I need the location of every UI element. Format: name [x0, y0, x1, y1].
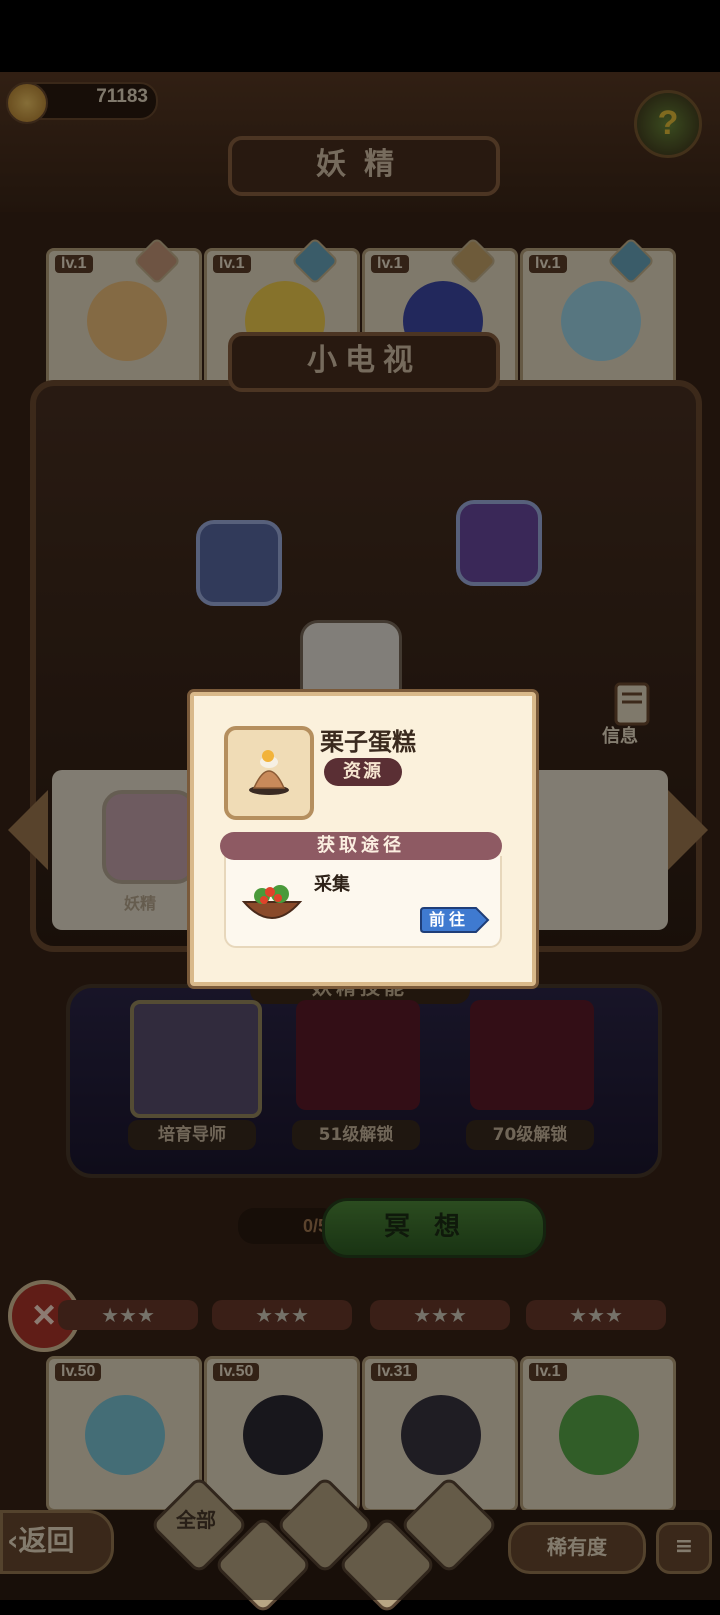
fairy-portrait — [85, 1395, 165, 1475]
card-level: lv.31 — [371, 1363, 418, 1381]
pot-bubble-icon[interactable] — [196, 520, 282, 606]
fairy-info-label: 妖精 — [124, 894, 157, 913]
card-level: lv.1 — [55, 255, 93, 273]
help-button[interactable]: ? — [634, 90, 702, 158]
prev-arrow-icon[interactable] — [8, 790, 48, 870]
sort-icon[interactable]: ≡ — [656, 1522, 712, 1574]
star-rating: ★★★ — [212, 1300, 352, 1330]
card-level: lv.1 — [529, 1363, 567, 1381]
item-name: 栗子蛋糕 — [320, 728, 416, 756]
acquisition-header: 获取途径 — [220, 832, 502, 860]
coin-icon — [6, 82, 48, 124]
room-title: 小电视 — [228, 332, 500, 392]
back-label: 返回 — [18, 1524, 75, 1557]
fairy-portrait — [243, 1395, 323, 1475]
fairy-card[interactable]: lv.1 — [520, 248, 676, 394]
card-level: lv.1 — [529, 255, 567, 273]
figure-bubble-icon[interactable] — [456, 500, 542, 586]
info-label: 信息 — [602, 726, 638, 747]
star-rating: ★★★ — [370, 1300, 510, 1330]
fairy-card[interactable]: lv.50 — [46, 1356, 202, 1512]
skill-slot-tomato[interactable] — [130, 1000, 262, 1118]
fairy-info-panel-right — [528, 770, 668, 930]
back-button[interactable]: ‹返回 — [0, 1510, 114, 1574]
skill-slot-locked[interactable] — [296, 1000, 420, 1110]
fairy-portrait — [87, 281, 167, 361]
coin-amount: 71183 — [96, 86, 148, 107]
meditate-button[interactable]: 冥想 — [322, 1198, 546, 1258]
item-type-badge: 资源 — [324, 758, 402, 786]
skill-label: 培育导师 — [128, 1120, 256, 1150]
acquisition-route-card: 采集 前往 — [224, 856, 502, 948]
next-arrow-icon[interactable] — [668, 790, 708, 870]
route-name: 采集 — [314, 874, 350, 895]
tomato-skill-icon — [102, 790, 196, 884]
berry-bowl-icon — [241, 885, 303, 919]
star-rating: ★★★ — [526, 1300, 666, 1330]
fairy-portrait — [559, 1395, 639, 1475]
card-level: lv.50 — [55, 1363, 102, 1381]
fairy-portrait — [401, 1395, 481, 1475]
skill-slot-locked[interactable] — [470, 1000, 594, 1110]
card-level: lv.1 — [371, 255, 409, 273]
rarity-sort-button[interactable]: 稀有度 — [508, 1522, 646, 1574]
card-level: lv.1 — [213, 255, 251, 273]
card-level: lv.50 — [213, 1363, 260, 1381]
go-button-label: 前往 — [428, 910, 469, 929]
skill-label: 51级解锁 — [292, 1120, 420, 1150]
page-title: 妖精 — [228, 136, 500, 196]
fairy-card[interactable]: lv.1 — [520, 1356, 676, 1512]
skill-label: 70级解锁 — [466, 1120, 594, 1150]
fairy-card[interactable]: lv.1 — [46, 248, 202, 394]
filter-all-label: 全部 — [176, 1508, 216, 1532]
item-frame — [224, 726, 314, 820]
fairy-portrait — [561, 281, 641, 361]
star-rating: ★★★ — [58, 1300, 198, 1330]
chestnut-cake-icon — [249, 750, 289, 795]
item-source-popup: 栗子蛋糕 资源 采集 前往 获取途径 — [190, 692, 536, 986]
